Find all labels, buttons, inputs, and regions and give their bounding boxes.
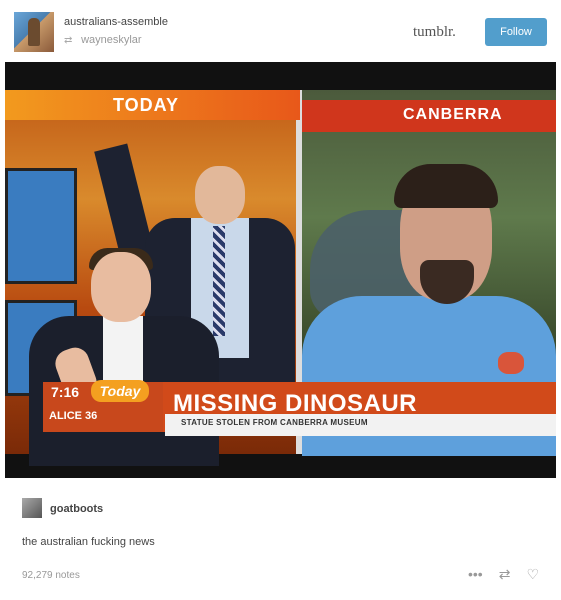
today-logo: Today	[91, 380, 149, 402]
notes-count[interactable]: 92,279 notes	[22, 570, 80, 581]
avatar[interactable]	[14, 12, 54, 52]
commenter-avatar[interactable]	[22, 498, 42, 518]
weather-readout: ALICE 36	[49, 410, 98, 422]
reblog-source[interactable]: ⇄ wayneskylar	[64, 34, 142, 46]
canberra-label: CANBERRA	[403, 106, 503, 123]
commenter-name[interactable]: goatboots	[50, 503, 103, 515]
username[interactable]: australians-assemble	[64, 16, 168, 28]
comment-text: the australian fucking news	[22, 536, 155, 548]
more-icon[interactable]: •••	[468, 566, 483, 583]
post-actions: ••• ⇄ ♡	[468, 566, 539, 583]
post-body: goatboots the australian fucking news 92…	[0, 478, 561, 600]
reblog-icon: ⇄	[64, 35, 73, 46]
broadcast-time: 7:16	[51, 384, 80, 400]
reblog-source-name[interactable]: wayneskylar	[81, 34, 142, 46]
subheadline: STATUE STOLEN FROM CANBERRA MUSEUM	[181, 418, 368, 427]
like-icon[interactable]: ♡	[526, 566, 539, 583]
reblog-action-icon[interactable]: ⇄	[499, 566, 511, 583]
post-header: australians-assemble ⇄ wayneskylar tumbl…	[0, 0, 561, 62]
headline: MISSING DINOSAUR	[173, 390, 418, 417]
follow-button[interactable]: Follow	[485, 18, 547, 46]
today-label: TODAY	[113, 95, 180, 115]
post-image: TODAY CANBERRA 7:16 Today ALICE 36 MISSI…	[5, 62, 556, 478]
tumblr-logo[interactable]: tumblr.	[413, 24, 456, 41]
